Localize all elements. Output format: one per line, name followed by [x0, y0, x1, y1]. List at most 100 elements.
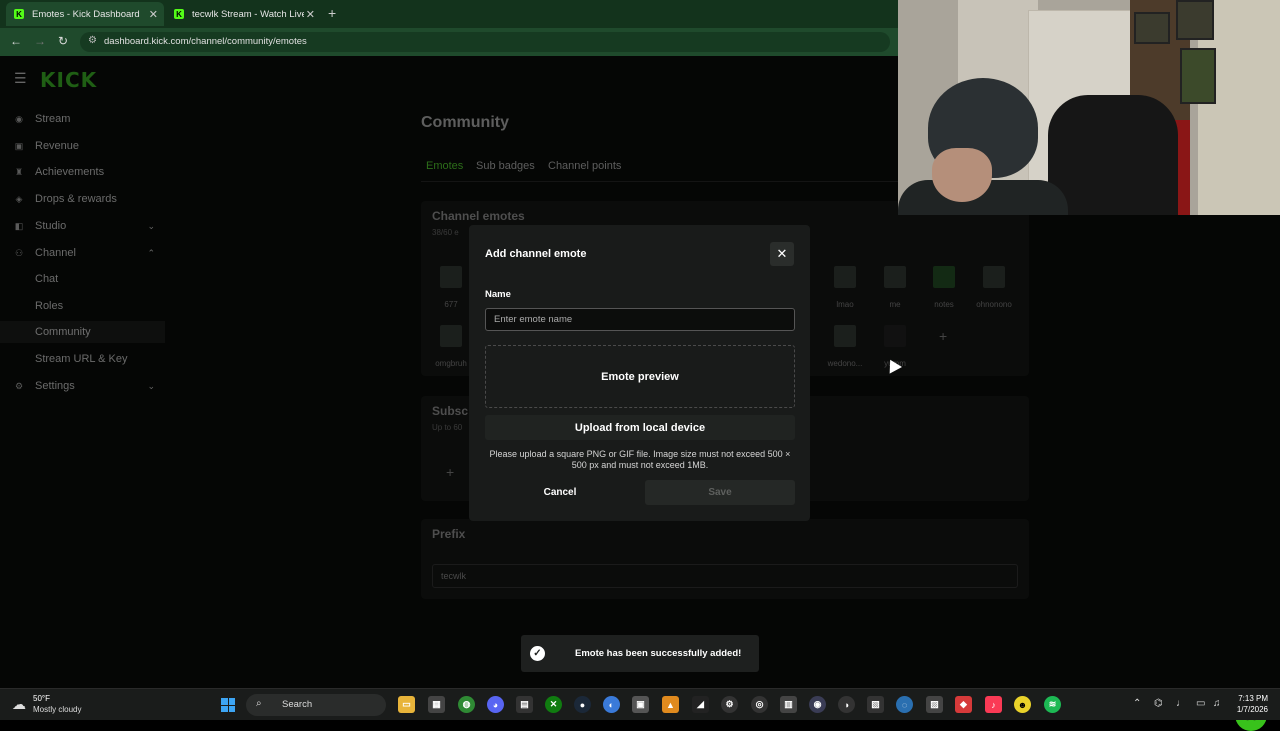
app-icon[interactable]: ◌	[896, 696, 913, 713]
app-icon[interactable]: ◢	[692, 696, 709, 713]
app-icon[interactable]: ☻	[1014, 696, 1031, 713]
emote-thumb[interactable]	[983, 266, 1005, 288]
app-icon[interactable]: ◎	[751, 696, 768, 713]
site-info-icon[interactable]: ⚙	[88, 35, 97, 46]
sidebar-item-achievements[interactable]: ♜ Achievements	[0, 161, 165, 183]
dollar-icon: ▣	[14, 140, 24, 151]
sidebar-item-studio[interactable]: ◧ Studio ⌄	[0, 215, 165, 237]
microphone-icon[interactable]: ♩	[1176, 698, 1186, 709]
clock-date: 1/7/2026	[1236, 705, 1268, 714]
file-explorer-icon[interactable]: ▭	[398, 696, 415, 713]
cancel-button[interactable]: Cancel	[485, 480, 635, 505]
forward-icon[interactable]: →	[34, 34, 46, 48]
taskbar-search[interactable]: ⌕ Search	[246, 694, 386, 716]
xbox-icon[interactable]: ✕	[545, 696, 562, 713]
chrome-icon[interactable]: ◍	[458, 696, 475, 713]
app-icon[interactable]: ▲	[662, 696, 679, 713]
back-icon[interactable]: ←	[10, 34, 22, 48]
app-icon[interactable]: ◉	[809, 696, 826, 713]
sidebar-item-label: Settings	[35, 380, 75, 392]
sidebar-item-label: Revenue	[35, 140, 80, 152]
weather-temp[interactable]: 50°F	[33, 694, 50, 703]
webcam-background	[932, 148, 992, 202]
app-icon[interactable]: ▨	[926, 696, 943, 713]
app-icon[interactable]: ▧	[867, 696, 884, 713]
chevron-up-icon: ⌃	[147, 247, 155, 258]
volume-icon[interactable]: ♫	[1213, 698, 1221, 709]
emote-thumb[interactable]	[440, 266, 462, 288]
browser-icon[interactable]: ◐	[603, 696, 620, 713]
sidebar-item-label: Studio	[35, 220, 67, 232]
emote-thumb[interactable]	[834, 266, 856, 288]
reload-icon[interactable]: ↻	[58, 34, 68, 48]
sidebar-item-stream-url-key[interactable]: Stream URL & Key	[0, 348, 165, 370]
sidebar-item-chat[interactable]: Chat	[0, 268, 165, 290]
upload-button[interactable]: Upload from local device	[485, 415, 795, 440]
success-toast: ✓ Emote has been successfully added!	[521, 635, 759, 672]
add-emote-icon[interactable]: +	[939, 328, 947, 344]
app-icon[interactable]: ◑	[838, 696, 855, 713]
toast-message: Emote has been successfully added!	[575, 648, 742, 659]
windows-start-icon[interactable]	[221, 698, 235, 712]
sidebar-item-revenue[interactable]: ▣ Revenue	[0, 135, 165, 157]
emote-thumb[interactable]	[834, 325, 856, 347]
sidebar-item-roles[interactable]: Roles	[0, 295, 165, 317]
close-tab-icon[interactable]: ✕	[149, 8, 158, 21]
sidebar-item-settings[interactable]: ⚙ Settings ⌄	[0, 375, 165, 397]
card-title: Prefix	[432, 527, 466, 541]
sidebar-item-label: Stream	[35, 113, 71, 125]
cloud-icon[interactable]: ☁	[12, 696, 26, 713]
emote-thumb[interactable]	[933, 266, 955, 288]
tab-emotes[interactable]: Emotes	[426, 160, 463, 172]
app-icon[interactable]: ◆	[955, 696, 972, 713]
emote-thumb[interactable]	[884, 266, 906, 288]
sidebar-item-community[interactable]: Community	[0, 321, 165, 343]
spotify-icon[interactable]: ≋	[1044, 696, 1061, 713]
url-field[interactable]: ⚙ dashboard.kick.com/channel/community/e…	[80, 32, 890, 52]
weather-desc[interactable]: Mostly cloudy	[33, 705, 81, 714]
close-modal-button[interactable]: ✕	[770, 242, 794, 266]
emote-name-input[interactable]	[485, 308, 795, 331]
page-title: Community	[421, 114, 509, 131]
new-tab-icon[interactable]: +	[328, 5, 336, 21]
kick-logo[interactable]: KICK	[40, 68, 97, 92]
sidebar-item-label: Stream URL & Key	[35, 353, 128, 365]
webcam-background	[1134, 12, 1170, 44]
sidebar-item-drops[interactable]: ◈ Drops & rewards	[0, 188, 165, 210]
sidebar-item-stream[interactable]: ◉ Stream	[0, 108, 165, 130]
browser-tab-bar: K Emotes - Kick Dashboard ✕ K tecwlk Str…	[0, 0, 898, 28]
sidebar-item-channel[interactable]: ⚇ Channel ⌃	[0, 242, 165, 264]
card-subtitle: Up to 60	[432, 423, 463, 432]
steam-icon[interactable]: ●	[574, 696, 591, 713]
search-label: Search	[282, 699, 313, 710]
sidebar-item-label: Channel	[35, 247, 76, 259]
sidebar-item-label: Achievements	[35, 166, 105, 178]
prefix-input[interactable]: tecwlk	[432, 564, 1018, 588]
add-emote-icon[interactable]: +	[446, 464, 454, 480]
tab-sub-badges[interactable]: Sub badges	[476, 160, 535, 172]
chevron-up-icon[interactable]: ⌃	[1133, 698, 1141, 709]
settings-icon[interactable]: ⚙	[721, 696, 738, 713]
close-tab-icon[interactable]: ✕	[306, 8, 315, 21]
network-icon[interactable]: ⌬	[1154, 698, 1163, 709]
monitor-icon[interactable]: ▭	[1196, 698, 1205, 709]
menu-icon[interactable]: ☰	[14, 70, 27, 87]
save-button[interactable]: Save	[645, 480, 795, 505]
address-bar: ← → ↻ ⚙ dashboard.kick.com/channel/commu…	[0, 28, 898, 56]
store-icon[interactable]: ▦	[428, 696, 445, 713]
emote-thumb[interactable]	[440, 325, 462, 347]
emote-thumb[interactable]	[884, 325, 906, 347]
clock[interactable]: 7:13 PM 1/7/2026	[1228, 693, 1268, 715]
studio-icon: ◧	[14, 220, 24, 231]
tab-channel-points[interactable]: Channel points	[548, 160, 621, 172]
music-icon[interactable]: ♪	[985, 696, 1002, 713]
discord-icon[interactable]: ◕	[487, 696, 504, 713]
browser-tab-emotes[interactable]: K Emotes - Kick Dashboard ✕	[6, 2, 164, 26]
app-icon[interactable]: ▣	[632, 696, 649, 713]
emote-label: lmao	[836, 300, 854, 309]
close-icon: ✕	[776, 246, 788, 261]
sidebar-item-label: Roles	[35, 300, 64, 312]
browser-tab-stream[interactable]: K tecwlk Stream - Watch Live on ✕	[166, 2, 321, 26]
app-icon[interactable]: ▥	[780, 696, 797, 713]
app-icon[interactable]: ▤	[516, 696, 533, 713]
